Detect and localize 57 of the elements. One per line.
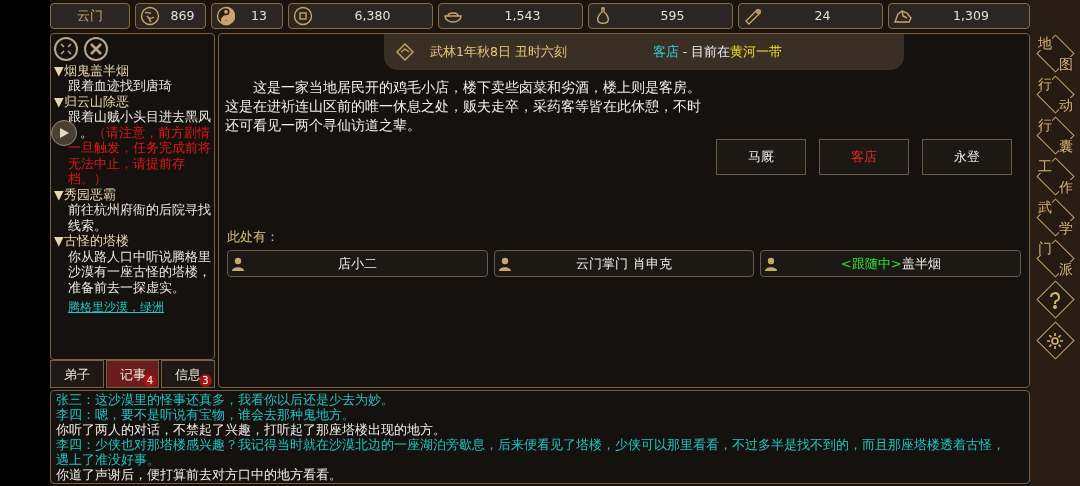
- collapse-button[interactable]: [54, 36, 78, 61]
- play-icon: [58, 126, 70, 139]
- quest-description-end: 。: [80, 124, 93, 141]
- resource-counter: 24: [738, 2, 883, 29]
- resource-counter: 1,309: [888, 2, 1030, 29]
- narration-line: 你道了声谢后，便打算前去对方口中的地方看看。: [56, 467, 343, 483]
- location-name: 客店: [652, 42, 679, 61]
- exit-button[interactable]: 永登: [922, 138, 1012, 175]
- resource-counter: 1,543: [438, 2, 583, 29]
- exit-button[interactable]: 客店: [819, 138, 909, 175]
- region-prefix: - 目前在: [681, 42, 731, 61]
- collapse-icon: [60, 42, 72, 55]
- person-icon: [232, 256, 244, 271]
- quest-description: 跟着血迹找到唐琦: [68, 78, 173, 94]
- person-icon: [498, 256, 511, 271]
- brush-stroke-icon: [140, 5, 160, 26]
- quest-title[interactable]: ▼秀园恶霸: [54, 186, 211, 203]
- count-badge: 3: [199, 374, 212, 388]
- quest-warning: 一旦触发，任务完成前将无法中止，请提前存档。）: [68, 140, 211, 187]
- resource-counter: 595: [588, 2, 733, 29]
- resource-counter: 869: [135, 2, 206, 29]
- npc-button[interactable]: 云门掌门 肖申克: [493, 250, 755, 278]
- close-button[interactable]: [84, 36, 108, 61]
- npc-button[interactable]: 店小二: [227, 250, 488, 278]
- sect-label: 云门: [50, 2, 130, 29]
- compass-icon: [396, 42, 414, 61]
- quest-warning: （请注意，前方剧情: [93, 124, 210, 141]
- follow-tag: <跟随中>: [840, 254, 902, 274]
- region-name: 黄河一带: [730, 42, 783, 61]
- coin-icon: [293, 5, 313, 26]
- scene-description: 这是一家当地居民开的鸡毛小店，楼下卖些卤菜和劣酒，楼上则是客房。这是在进祈连山区前的唯一休息之处，贩夫走卒，采药客等皆在此休憩，不时还可看见一两个寻仙访道之辈。: [225, 77, 701, 135]
- panel-tab[interactable]: 弟子: [50, 360, 104, 389]
- quest-title[interactable]: ▼归云山除恶: [54, 93, 211, 110]
- here-label: 此处有：: [227, 227, 280, 246]
- quest-title[interactable]: ▼古怪的塔楼: [54, 233, 211, 249]
- question-mark-icon: [1047, 290, 1063, 309]
- npc-name: 店小二: [337, 255, 377, 274]
- location-link[interactable]: 腾格里沙漠，绿洲: [68, 300, 164, 315]
- npc-button[interactable]: <跟随中>盖半烟: [760, 250, 1021, 278]
- yin-yang-icon: [216, 5, 236, 26]
- quest-description: 跟着山贼小头目进去黑风: [68, 109, 211, 125]
- narration-line: 你听了两人的对话，不禁起了兴趣，打听起了那座塔楼出现的地方。: [56, 422, 447, 438]
- npc-name: 盖半烟: [901, 255, 941, 274]
- dialogue-line: 张三：这沙漠里的怪事还真多，我看你以后还是少去为妙。: [56, 392, 395, 408]
- exit-button[interactable]: 马厩: [716, 138, 806, 175]
- dialogue-line: 李四：少侠也对那塔楼感兴趣？我记得当时就在沙漠北边的一座湖泊旁歇息，后来便看见了塔楼，少侠可以那里看看，不过多半是找不到的，而且那座塔楼透着古怪，遇上了准没好事。: [56, 437, 1006, 468]
- quest-description: 前往杭州府衙的后院寻找线索。: [68, 202, 211, 234]
- dialogue-line: 李四：嗯，要不是听说有宝物，谁会去那种鬼地方。: [56, 407, 356, 423]
- game-date: 武林1年秋8日 丑时六刻: [430, 42, 567, 61]
- close-icon: [90, 42, 102, 55]
- gear-icon: [1046, 331, 1064, 350]
- resource-counter: 13: [211, 2, 283, 29]
- quest-description: 你从路人口中听说腾格里沙漠有一座古怪的塔楼，准备前去一探虚实。: [68, 248, 211, 296]
- npc-name: 云门掌门 肖申克: [576, 255, 672, 274]
- person-icon: [765, 256, 778, 271]
- quest-title[interactable]: ▼烟鬼盖半烟: [54, 62, 211, 79]
- resource-counter: 6,380: [288, 2, 433, 29]
